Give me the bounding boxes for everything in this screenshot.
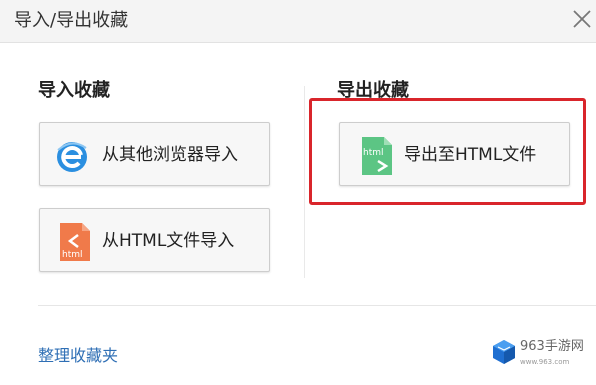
import-export-favorites-dialog: 导入/导出收藏 导入收藏 导出收藏 从其他浏览器导入 html 从HTML文件导… — [0, 0, 596, 385]
import-from-html-button[interactable]: html 从HTML文件导入 — [39, 208, 270, 272]
dialog-titlebar: 导入/导出收藏 — [0, 0, 596, 43]
import-from-html-label: 从HTML文件导入 — [102, 231, 235, 251]
cube-logo-icon — [493, 340, 515, 364]
import-from-browser-button[interactable]: 从其他浏览器导入 — [39, 122, 270, 186]
import-section-heading: 导入收藏 — [38, 80, 110, 101]
dialog-title: 导入/导出收藏 — [14, 10, 129, 31]
organize-favorites-link[interactable]: 整理收藏夹 — [38, 345, 118, 367]
watermark-site-name: 963手游网 — [520, 339, 584, 354]
html-file-import-icon: html — [60, 223, 90, 261]
close-button[interactable] — [570, 6, 594, 32]
close-icon — [573, 10, 591, 28]
section-divider — [304, 86, 305, 278]
watermark-site-url: www.963.com — [520, 358, 570, 366]
import-from-browser-label: 从其他浏览器导入 — [102, 145, 238, 165]
highlight-annotation-box — [309, 98, 586, 205]
footer-divider — [38, 305, 596, 306]
site-watermark: 963手游网 www.963.com — [452, 331, 596, 379]
html-badge-text: html — [62, 250, 83, 260]
ie-browser-icon — [57, 142, 87, 172]
